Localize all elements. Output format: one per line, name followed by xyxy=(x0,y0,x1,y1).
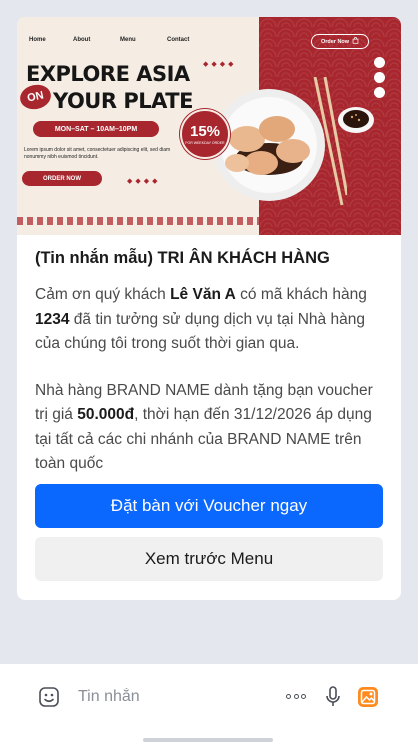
preview-menu-button[interactable]: Xem trước Menu xyxy=(35,537,383,581)
decorative-dots: ◆◆◆◆ xyxy=(203,61,237,68)
bag-icon xyxy=(352,37,359,46)
message-input[interactable] xyxy=(78,684,268,710)
discount-subtitle: FOR WEEKDAY ORDER xyxy=(185,140,225,145)
banner-order-now-top: Order Now xyxy=(311,34,369,49)
banner-headline-line2: YOUR PLATE xyxy=(53,89,193,113)
customer-code: 1234 xyxy=(35,310,70,328)
message-text: Cảm ơn quý khách xyxy=(35,286,171,303)
message-paragraph-2: Nhà hàng BRAND NAME dành tặng bạn vouche… xyxy=(35,379,385,477)
banner-order-now-top-label: Order Now xyxy=(320,38,350,45)
emoji-icon[interactable] xyxy=(38,686,60,713)
message-text: đã tin tưởng sử dụng dịch vụ tại Nhà hàn… xyxy=(35,310,365,353)
message-composer-bar xyxy=(0,663,418,750)
message-card: Home About Menu Contact Order Now EXPLOR… xyxy=(17,17,401,600)
soy-sauce-bowl-illustration xyxy=(338,107,374,133)
banner-order-now-button: ORDER NOW xyxy=(22,171,102,186)
decorative-flower xyxy=(374,72,385,83)
message-text: có mã khách hàng xyxy=(235,286,367,303)
banner-nav-menu: Menu xyxy=(120,37,136,43)
home-indicator xyxy=(143,738,273,742)
voucher-value: 50.000đ xyxy=(77,406,135,423)
image-icon[interactable] xyxy=(357,686,379,713)
microphone-icon[interactable] xyxy=(325,685,341,714)
discount-value: 15% xyxy=(189,122,221,140)
message-paragraph-1: Cảm ơn quý khách Lê Văn A có mã khách hà… xyxy=(35,283,385,357)
book-table-voucher-button[interactable]: Đặt bàn với Voucher ngay xyxy=(35,484,383,528)
banner-nav-home: Home xyxy=(29,37,46,43)
dumplings-plate-illustration xyxy=(213,77,347,206)
banner-lorem-text: Lorem ipsum dolor sit amet, consectetuer… xyxy=(24,147,171,160)
decorative-key-pattern xyxy=(17,217,259,225)
message-body: Cảm ơn quý khách Lê Văn A có mã khách hà… xyxy=(35,283,385,477)
more-icon[interactable] xyxy=(286,694,306,699)
decorative-flower xyxy=(374,57,385,68)
banner-hours-pill: MON–SAT – 10AM–10PM xyxy=(33,121,159,137)
banner-nav-contact: Contact xyxy=(167,37,190,43)
decorative-flower xyxy=(374,87,385,98)
banner-nav-about: About xyxy=(73,37,91,43)
promo-banner-image[interactable]: Home About Menu Contact Order Now EXPLOR… xyxy=(17,17,401,235)
banner-headline-line1: EXPLORE ASIA xyxy=(26,62,190,86)
message-title: (Tin nhắn mẫu) TRI ÂN KHÁCH HÀNG xyxy=(35,249,330,267)
decorative-dots: ◆◆◆◆ xyxy=(127,178,161,185)
discount-badge: 15% FOR WEEKDAY ORDER xyxy=(180,109,230,159)
customer-name: Lê Văn A xyxy=(170,286,236,303)
